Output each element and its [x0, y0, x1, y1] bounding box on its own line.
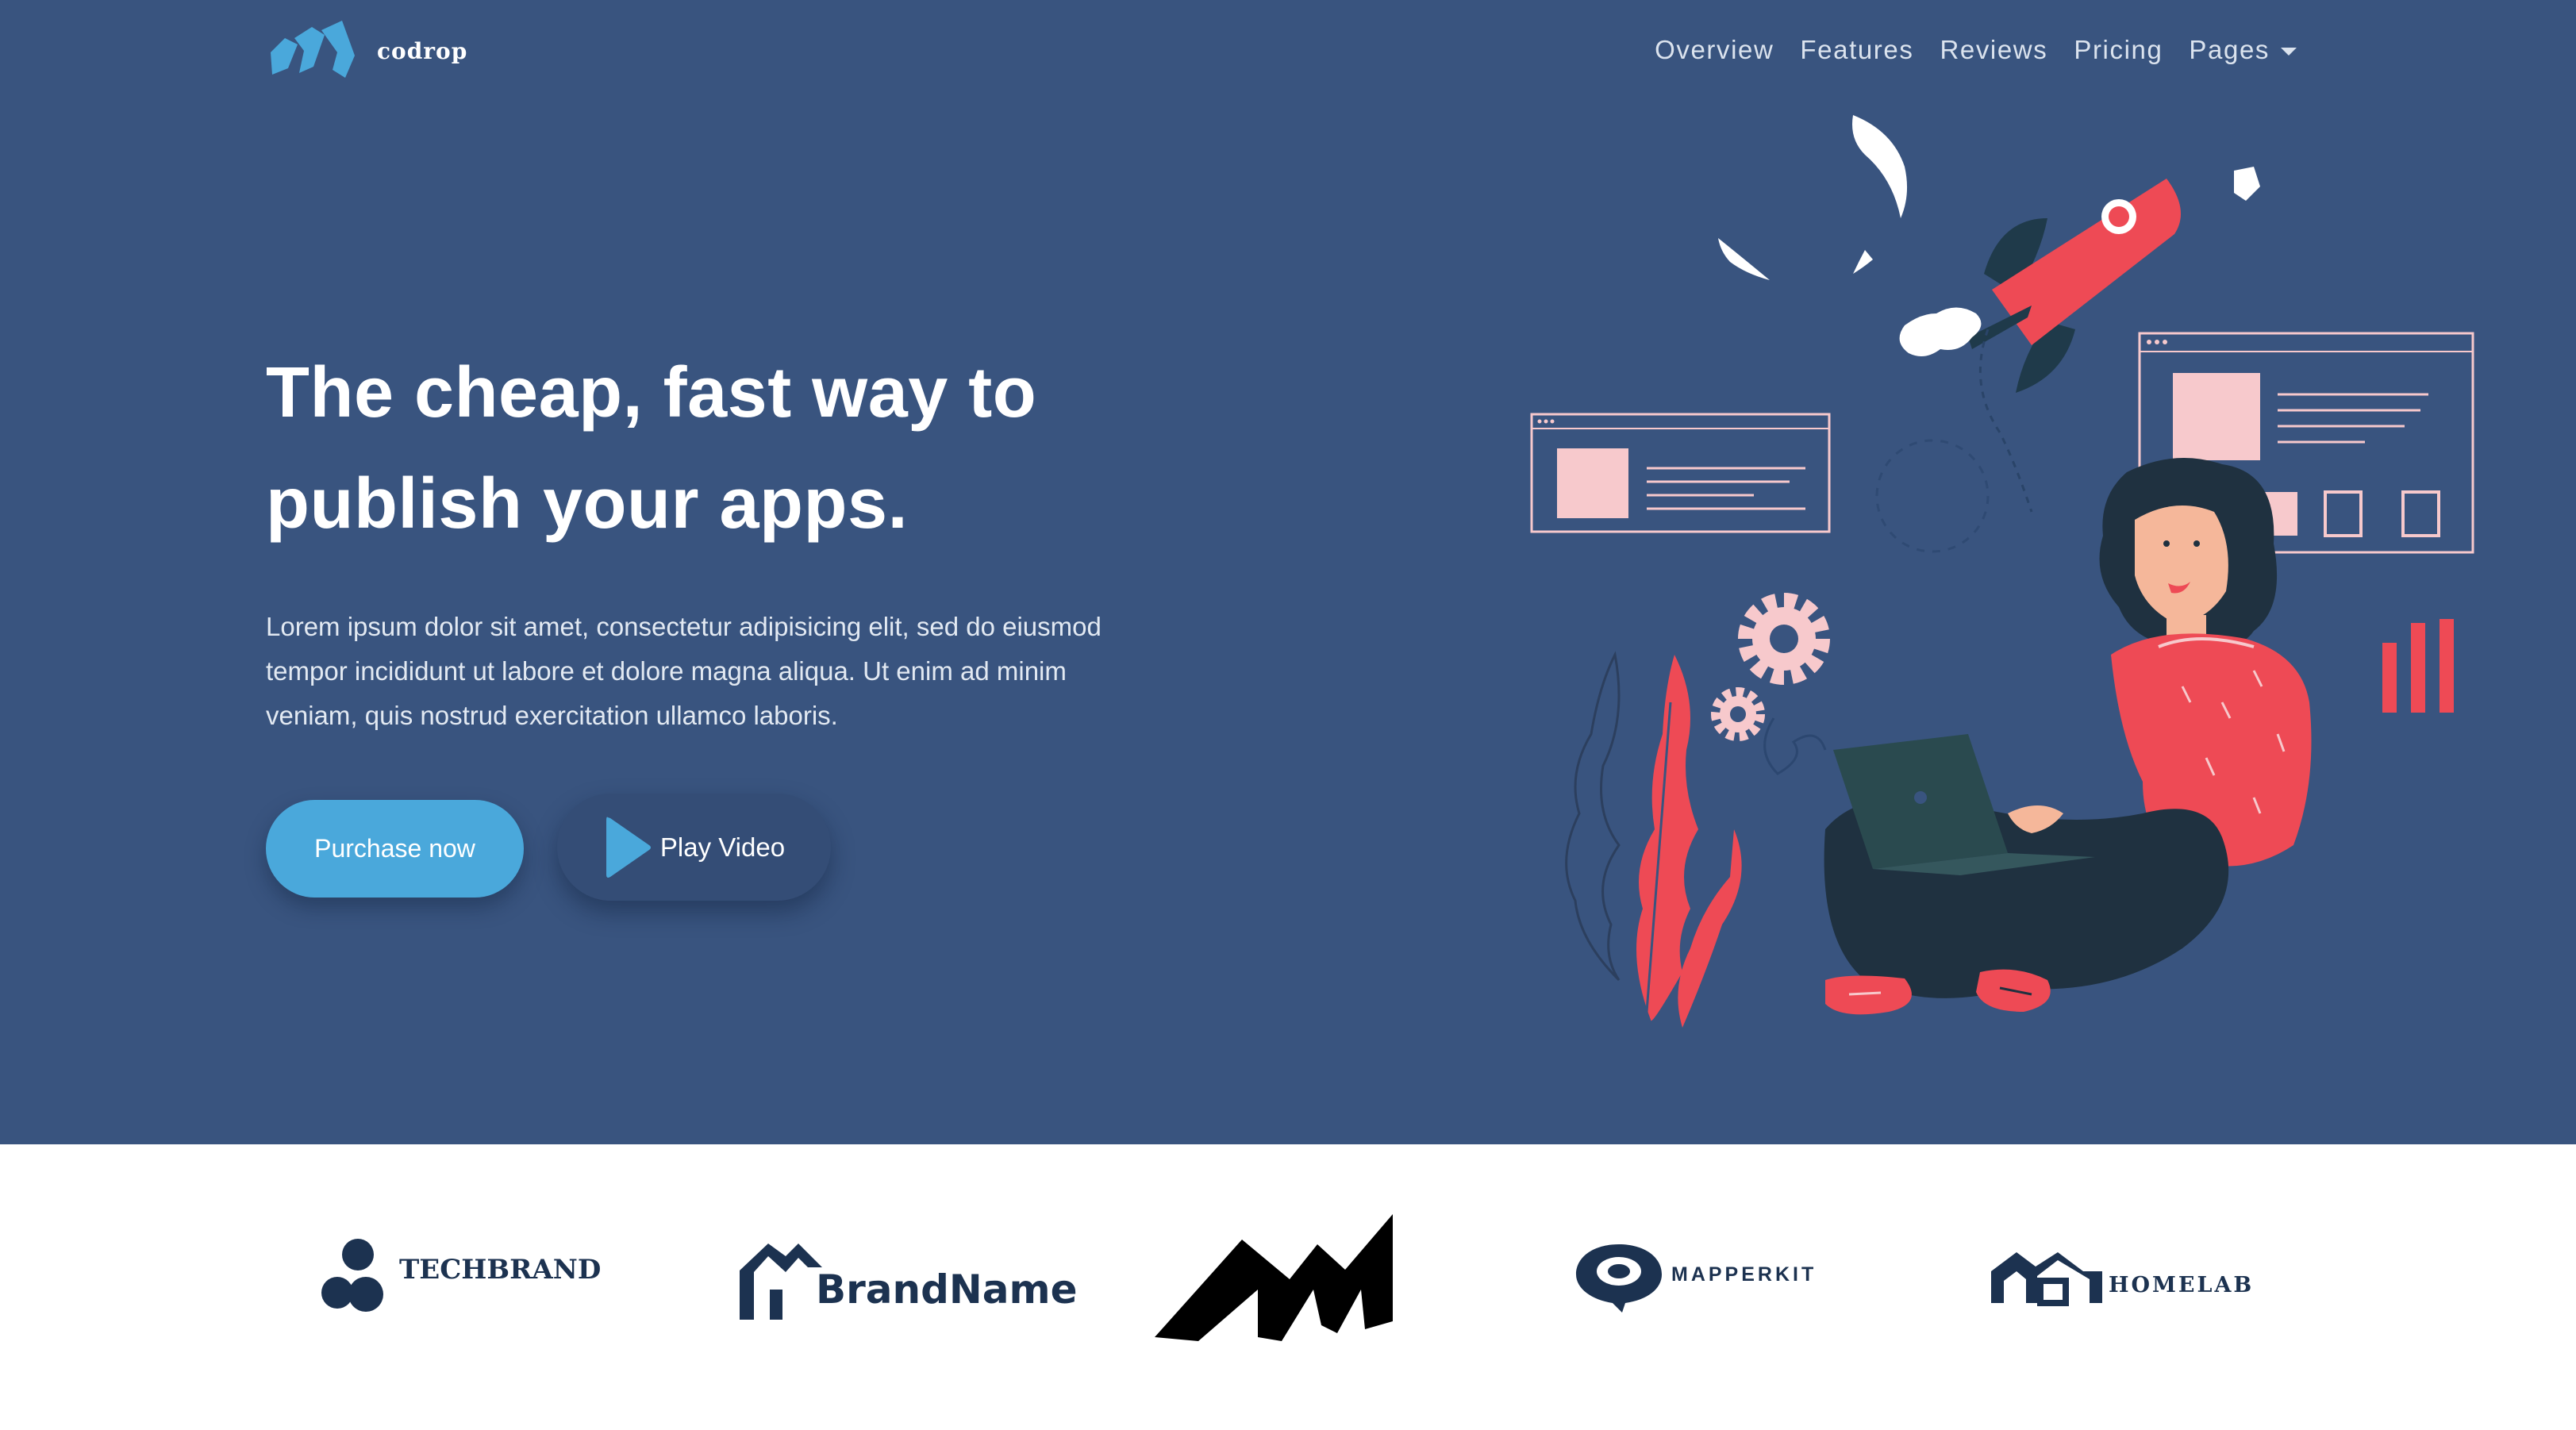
codrop-logo-icon	[271, 21, 355, 78]
hero-headline: The cheap, fast way to publish your apps…	[266, 353, 1037, 544]
brand-logo-mark	[1155, 1210, 1397, 1345]
window-card-left	[1530, 413, 1831, 533]
techbrand-icon	[321, 1239, 383, 1312]
vine-line	[1763, 717, 1827, 775]
homelab-house-icon	[1991, 1252, 2102, 1306]
bar-shape	[2382, 643, 2397, 713]
nav-pricing[interactable]: Pricing	[2074, 35, 2163, 65]
purchase-now-button[interactable]: Purchase now	[266, 800, 524, 898]
brand-name-mapperkit: MAPPERKIT	[1671, 1263, 1817, 1286]
bar-shape	[2440, 619, 2454, 713]
play-video-label: Play Video	[659, 832, 786, 862]
brand-name-homelab: HOMELAB	[2109, 1272, 2255, 1297]
brand-name-brandname: BrandName	[816, 1267, 1078, 1313]
play-video-button[interactable]: Play Video	[557, 794, 831, 901]
main-nav: Overview Features Reviews Pricing Pages	[1628, 30, 2297, 70]
nav-pages-dropdown[interactable]: Pages	[2189, 35, 2297, 65]
mapperkit-pin-icon	[1576, 1244, 1662, 1313]
brand-mark-icon	[1155, 1214, 1393, 1341]
plant-leaf-shape	[1678, 829, 1742, 1028]
gear-small-icon	[1711, 687, 1765, 741]
brand-logo-homelab: HOMELAB	[1988, 1210, 2254, 1345]
brand-logo-brandname: BrandName	[736, 1210, 1078, 1345]
hero-section: codrop Overview Features Reviews Pricing…	[0, 0, 2576, 1144]
caret-down-icon	[2281, 48, 2297, 56]
bar-shape	[2411, 623, 2425, 713]
plant-leaf-shape	[1565, 651, 1621, 982]
hero-paragraph: Lorem ipsum dolor sit amet, consectetur …	[266, 612, 1102, 730]
dashed-trail-line	[1978, 329, 2033, 513]
swoosh-shape	[1853, 250, 1873, 274]
brandname-house-icon	[740, 1243, 822, 1320]
nav-reviews[interactable]: Reviews	[1940, 35, 2047, 65]
hero-illustration	[1530, 115, 2474, 1028]
woman-figure	[1824, 458, 2312, 1015]
star-shape	[2234, 167, 2260, 201]
brand-logo-techbrand: TECHBRAND	[321, 1210, 601, 1345]
nav-overview[interactable]: Overview	[1655, 35, 1774, 65]
brand-name-techbrand: TECHBRAND	[399, 1254, 602, 1286]
swoosh-shape	[1852, 115, 1908, 218]
swoosh-shape	[1718, 238, 1770, 280]
nav-features[interactable]: Features	[1800, 35, 1913, 65]
play-icon	[606, 817, 651, 878]
brand-logo[interactable]: codrop	[266, 21, 488, 81]
brand-logo-mapperkit: MAPPERKIT	[1571, 1210, 1817, 1345]
gear-large-icon	[1738, 593, 1830, 685]
dashed-circle-shape	[1875, 439, 1990, 553]
nav-pages-label: Pages	[2189, 35, 2270, 64]
logo-text: codrop	[377, 37, 468, 64]
